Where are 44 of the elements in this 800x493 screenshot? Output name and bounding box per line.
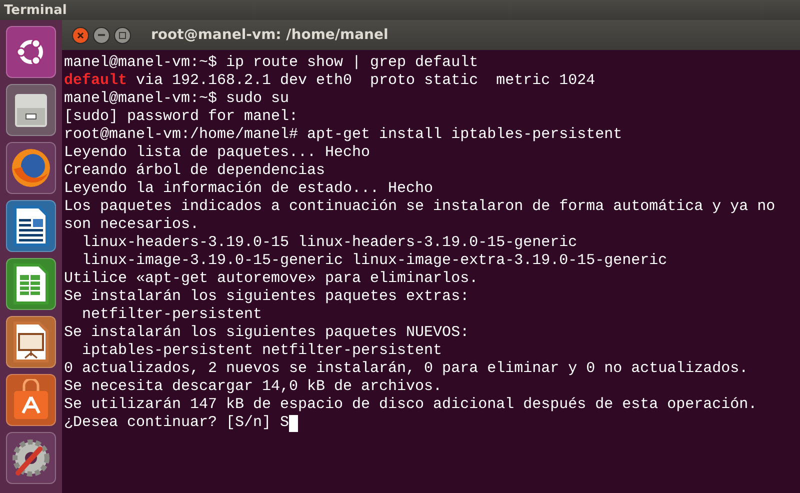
terminal-line: Los paquetes indicados a continuación se instalaron de forma automática y ya no <box>64 198 776 216</box>
terminal-line: son necesarios. <box>64 216 200 234</box>
spreadsheet-icon <box>13 263 49 305</box>
terminal-line: Leyendo la información de estado... Hecho <box>64 180 434 198</box>
dash-button[interactable] <box>6 26 56 78</box>
firefox-launcher[interactable] <box>6 142 56 194</box>
terminal-line: Utilice «apt-get autoremove» para eliminarlos. <box>64 270 478 288</box>
writer-launcher[interactable] <box>6 200 56 252</box>
terminal-line: Se instalarán los siguientes paquetes extras: <box>64 288 470 306</box>
terminal-line: linux-headers-3.19.0-15 linux-headers-3.19.0-15-generic <box>81 234 578 252</box>
terminal-line: ¿Desea continuar? [S/n] S <box>64 414 290 432</box>
shopping-bag-icon <box>11 379 51 421</box>
minimize-icon <box>98 34 105 36</box>
terminal-line: 0 actualizados, 2 nuevos se instalarán, 0 para eliminar y 0 no actualizados. <box>64 360 748 378</box>
terminal-line: iptables-persistent netfilter-persistent <box>81 342 442 360</box>
terminal-line: root@manel-vm:/home/manel# apt-get install iptables-persistent <box>64 126 622 144</box>
terminal-line: Creando árbol de dependencias <box>64 162 326 180</box>
terminal-line: [sudo] password for manel: <box>64 108 298 126</box>
files-launcher[interactable] <box>6 84 56 136</box>
maximize-icon <box>119 32 126 38</box>
impress-launcher[interactable] <box>6 316 56 368</box>
presentation-icon <box>13 321 49 363</box>
document-icon <box>13 205 49 247</box>
app-title: Terminal <box>4 2 67 18</box>
window-title: root@manel-vm: /home/manel <box>151 27 388 43</box>
calc-launcher[interactable] <box>6 258 56 310</box>
terminal-line: netfilter-persistent <box>81 306 262 324</box>
settings-launcher[interactable] <box>6 432 56 484</box>
terminal-line: Leyendo lista de paquetes... Hecho <box>64 144 370 162</box>
close-icon <box>77 32 84 38</box>
minimize-button[interactable] <box>93 26 110 44</box>
terminal-line: Se instalarán los siguientes paquetes NUEVOS: <box>64 324 470 342</box>
terminal-line: manel@manel-vm:~$ sudo su <box>64 90 290 108</box>
settings-icon <box>10 437 52 479</box>
terminal-line: Se utilizarán 147 kB de espacio de disco adicional después de esta operación. <box>64 396 758 414</box>
highlighted-match: default <box>64 72 128 90</box>
terminal-line: Se necesita descargar 14,0 kB de archivos. <box>64 378 442 396</box>
terminal-line: linux-image-3.19.0-15-generic linux-image-extra-3.19.0-15-generic <box>81 252 668 270</box>
terminal-output: via 192.168.2.1 dev eth0 proto static metric 1024 <box>135 72 596 90</box>
terminal-line: manel@manel-vm:~$ ip route show | grep default <box>64 54 478 72</box>
close-button[interactable] <box>72 26 89 44</box>
firefox-icon <box>10 147 52 189</box>
software-launcher[interactable] <box>6 374 56 426</box>
maximize-button[interactable] <box>114 26 131 44</box>
